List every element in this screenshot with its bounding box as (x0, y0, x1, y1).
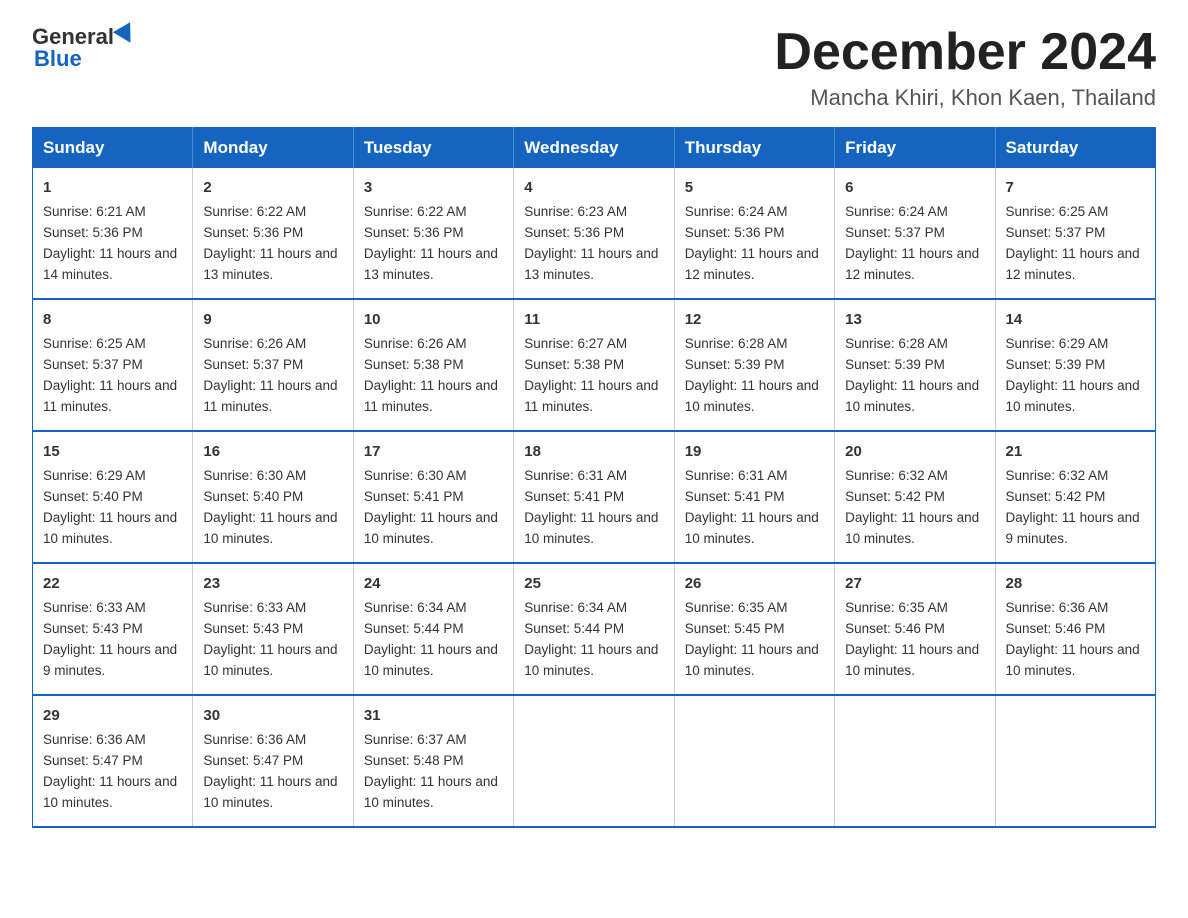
calendar-cell: 22Sunrise: 6:33 AMSunset: 5:43 PMDayligh… (33, 563, 193, 695)
calendar-cell: 23Sunrise: 6:33 AMSunset: 5:43 PMDayligh… (193, 563, 353, 695)
day-number: 30 (203, 704, 342, 727)
header-sunday: Sunday (33, 128, 193, 169)
header-monday: Monday (193, 128, 353, 169)
calendar-cell: 10Sunrise: 6:26 AMSunset: 5:38 PMDayligh… (353, 299, 513, 431)
header-friday: Friday (835, 128, 995, 169)
day-number: 1 (43, 176, 182, 199)
header-saturday: Saturday (995, 128, 1155, 169)
day-number: 11 (524, 308, 663, 331)
calendar-cell: 29Sunrise: 6:36 AMSunset: 5:47 PMDayligh… (33, 695, 193, 827)
day-number: 27 (845, 572, 984, 595)
calendar-cell: 13Sunrise: 6:28 AMSunset: 5:39 PMDayligh… (835, 299, 995, 431)
calendar-cell: 20Sunrise: 6:32 AMSunset: 5:42 PMDayligh… (835, 431, 995, 563)
calendar-cell (674, 695, 834, 827)
calendar-cell: 9Sunrise: 6:26 AMSunset: 5:37 PMDaylight… (193, 299, 353, 431)
day-number: 12 (685, 308, 824, 331)
calendar-cell (514, 695, 674, 827)
calendar-cell: 4Sunrise: 6:23 AMSunset: 5:36 PMDaylight… (514, 168, 674, 299)
day-number: 28 (1006, 572, 1145, 595)
day-number: 15 (43, 440, 182, 463)
logo-triangle-icon (113, 22, 139, 48)
calendar-cell: 16Sunrise: 6:30 AMSunset: 5:40 PMDayligh… (193, 431, 353, 563)
day-number: 16 (203, 440, 342, 463)
day-number: 19 (685, 440, 824, 463)
calendar-cell: 8Sunrise: 6:25 AMSunset: 5:37 PMDaylight… (33, 299, 193, 431)
calendar-cell: 15Sunrise: 6:29 AMSunset: 5:40 PMDayligh… (33, 431, 193, 563)
calendar-cell: 31Sunrise: 6:37 AMSunset: 5:48 PMDayligh… (353, 695, 513, 827)
day-number: 10 (364, 308, 503, 331)
logo-blue-text: Blue (34, 46, 82, 72)
calendar-week-1: 1Sunrise: 6:21 AMSunset: 5:36 PMDaylight… (33, 168, 1156, 299)
day-number: 7 (1006, 176, 1145, 199)
calendar-week-3: 15Sunrise: 6:29 AMSunset: 5:40 PMDayligh… (33, 431, 1156, 563)
day-number: 24 (364, 572, 503, 595)
calendar-header-row: SundayMondayTuesdayWednesdayThursdayFrid… (33, 128, 1156, 169)
day-number: 31 (364, 704, 503, 727)
calendar-cell: 18Sunrise: 6:31 AMSunset: 5:41 PMDayligh… (514, 431, 674, 563)
calendar-week-4: 22Sunrise: 6:33 AMSunset: 5:43 PMDayligh… (33, 563, 1156, 695)
calendar-cell: 26Sunrise: 6:35 AMSunset: 5:45 PMDayligh… (674, 563, 834, 695)
day-number: 9 (203, 308, 342, 331)
calendar-cell: 19Sunrise: 6:31 AMSunset: 5:41 PMDayligh… (674, 431, 834, 563)
day-number: 20 (845, 440, 984, 463)
day-number: 17 (364, 440, 503, 463)
calendar-cell: 14Sunrise: 6:29 AMSunset: 5:39 PMDayligh… (995, 299, 1155, 431)
day-number: 5 (685, 176, 824, 199)
day-number: 23 (203, 572, 342, 595)
day-number: 4 (524, 176, 663, 199)
calendar-cell: 5Sunrise: 6:24 AMSunset: 5:36 PMDaylight… (674, 168, 834, 299)
calendar-cell: 3Sunrise: 6:22 AMSunset: 5:36 PMDaylight… (353, 168, 513, 299)
calendar-table: SundayMondayTuesdayWednesdayThursdayFrid… (32, 127, 1156, 828)
day-number: 21 (1006, 440, 1145, 463)
calendar-cell: 30Sunrise: 6:36 AMSunset: 5:47 PMDayligh… (193, 695, 353, 827)
calendar-cell: 6Sunrise: 6:24 AMSunset: 5:37 PMDaylight… (835, 168, 995, 299)
calendar-cell: 17Sunrise: 6:30 AMSunset: 5:41 PMDayligh… (353, 431, 513, 563)
day-number: 3 (364, 176, 503, 199)
day-number: 18 (524, 440, 663, 463)
day-number: 14 (1006, 308, 1145, 331)
day-number: 25 (524, 572, 663, 595)
day-number: 2 (203, 176, 342, 199)
calendar-cell: 21Sunrise: 6:32 AMSunset: 5:42 PMDayligh… (995, 431, 1155, 563)
location-subtitle: Mancha Khiri, Khon Kaen, Thailand (774, 85, 1156, 111)
calendar-cell: 11Sunrise: 6:27 AMSunset: 5:38 PMDayligh… (514, 299, 674, 431)
calendar-cell: 27Sunrise: 6:35 AMSunset: 5:46 PMDayligh… (835, 563, 995, 695)
day-number: 8 (43, 308, 182, 331)
header-wednesday: Wednesday (514, 128, 674, 169)
calendar-week-5: 29Sunrise: 6:36 AMSunset: 5:47 PMDayligh… (33, 695, 1156, 827)
calendar-cell (835, 695, 995, 827)
day-number: 29 (43, 704, 182, 727)
page-header: General Blue December 2024 Mancha Khiri,… (32, 24, 1156, 111)
day-number: 22 (43, 572, 182, 595)
day-number: 6 (845, 176, 984, 199)
calendar-cell: 12Sunrise: 6:28 AMSunset: 5:39 PMDayligh… (674, 299, 834, 431)
calendar-cell: 25Sunrise: 6:34 AMSunset: 5:44 PMDayligh… (514, 563, 674, 695)
month-title: December 2024 (774, 24, 1156, 81)
calendar-cell (995, 695, 1155, 827)
header-thursday: Thursday (674, 128, 834, 169)
title-block: December 2024 Mancha Khiri, Khon Kaen, T… (774, 24, 1156, 111)
calendar-cell: 24Sunrise: 6:34 AMSunset: 5:44 PMDayligh… (353, 563, 513, 695)
calendar-cell: 1Sunrise: 6:21 AMSunset: 5:36 PMDaylight… (33, 168, 193, 299)
header-tuesday: Tuesday (353, 128, 513, 169)
calendar-cell: 7Sunrise: 6:25 AMSunset: 5:37 PMDaylight… (995, 168, 1155, 299)
calendar-week-2: 8Sunrise: 6:25 AMSunset: 5:37 PMDaylight… (33, 299, 1156, 431)
day-number: 26 (685, 572, 824, 595)
calendar-cell: 2Sunrise: 6:22 AMSunset: 5:36 PMDaylight… (193, 168, 353, 299)
calendar-cell: 28Sunrise: 6:36 AMSunset: 5:46 PMDayligh… (995, 563, 1155, 695)
day-number: 13 (845, 308, 984, 331)
logo: General Blue (32, 24, 136, 72)
